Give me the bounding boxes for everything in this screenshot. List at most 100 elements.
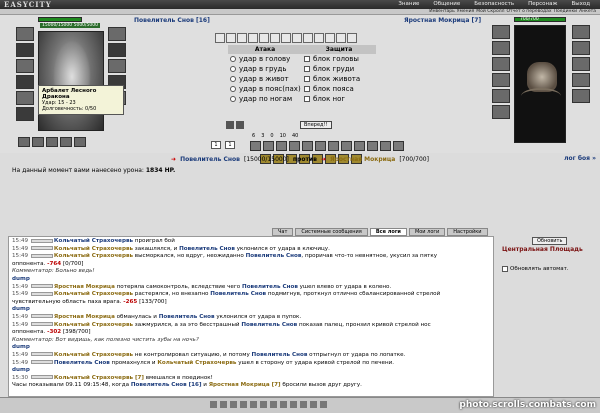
toolbar-icon[interactable] bbox=[250, 401, 257, 408]
toolbar-icon[interactable] bbox=[260, 401, 267, 408]
helmet-slot[interactable] bbox=[16, 27, 34, 41]
forward-button[interactable]: Вперед!! bbox=[300, 121, 332, 129]
spell-icon[interactable] bbox=[328, 141, 339, 151]
spell-icon[interactable] bbox=[367, 141, 378, 151]
spell-icon[interactable] bbox=[341, 141, 352, 151]
defense-option[interactable]: блок живота bbox=[302, 74, 376, 84]
vs-left-name[interactable]: Повелитель Снов bbox=[180, 156, 240, 163]
action-icon-12[interactable] bbox=[336, 33, 346, 43]
spell-icon[interactable] bbox=[302, 141, 313, 151]
defense-option[interactable]: блок головы bbox=[302, 54, 376, 64]
ring-slot[interactable] bbox=[108, 59, 126, 73]
nav-character[interactable]: Персонаж bbox=[528, 1, 557, 7]
spell-icon[interactable] bbox=[276, 141, 287, 151]
toolbar-icon[interactable] bbox=[300, 401, 307, 408]
player-name[interactable]: Яростная Мокрица bbox=[54, 284, 115, 290]
refresh-button[interactable]: Обновить bbox=[532, 237, 568, 245]
spell-icon[interactable] bbox=[289, 141, 300, 151]
spell-icon[interactable] bbox=[250, 141, 261, 151]
subnav-my-scroll[interactable]: Мой Скролл bbox=[476, 9, 504, 14]
defense-option[interactable]: блок груди bbox=[302, 64, 376, 74]
defense-checkbox[interactable] bbox=[304, 76, 310, 82]
toolbar-icon[interactable] bbox=[310, 401, 317, 408]
subnav-profile[interactable]: Анкета bbox=[579, 9, 596, 14]
action-icon-3[interactable] bbox=[237, 33, 247, 43]
attack-option[interactable]: удар в грудь bbox=[228, 64, 302, 74]
action-icon-6[interactable] bbox=[270, 33, 280, 43]
toolbar-icon[interactable] bbox=[320, 401, 327, 408]
mode-icon-1[interactable] bbox=[226, 121, 234, 129]
player-name[interactable]: Кольчатый Страхочервь bbox=[54, 238, 133, 244]
tab-my-logs[interactable]: Мои логи bbox=[408, 228, 446, 236]
spell-icon[interactable] bbox=[315, 141, 326, 151]
attack-option[interactable]: удар в пояс(пах) bbox=[228, 84, 302, 94]
player-name[interactable]: Повелитель Снов bbox=[54, 360, 110, 366]
nav-exit[interactable]: Выход bbox=[571, 1, 590, 7]
toolbar-icon[interactable] bbox=[240, 401, 247, 408]
right-player-name[interactable]: Яростная Мокрица [7] bbox=[404, 17, 481, 24]
auto-refresh-option[interactable]: Обновлять автомат. bbox=[502, 266, 569, 272]
attack-radio[interactable] bbox=[230, 96, 236, 102]
belt-slot[interactable] bbox=[16, 91, 34, 105]
armor-slot[interactable] bbox=[16, 59, 34, 73]
player-name[interactable]: Повелитель Снов [16] bbox=[131, 382, 202, 388]
spell-icon[interactable] bbox=[380, 141, 391, 151]
player-name[interactable]: Кольчатый Страхочервь bbox=[54, 253, 133, 259]
defense-option[interactable]: блок пояса bbox=[302, 84, 376, 94]
ring-slot-4[interactable] bbox=[60, 137, 72, 147]
player-name[interactable]: Кольчатый Страхочервь [7] bbox=[54, 375, 144, 381]
subnav-inventory[interactable]: Инвентарь bbox=[429, 9, 455, 14]
action-icon-5[interactable] bbox=[259, 33, 269, 43]
player-name[interactable]: Повелитель Снов bbox=[210, 291, 266, 297]
spell-icon[interactable] bbox=[263, 141, 274, 151]
attack-radio[interactable] bbox=[230, 76, 236, 82]
attack-radio[interactable] bbox=[230, 86, 236, 92]
defense-checkbox[interactable] bbox=[304, 96, 310, 102]
subnav-fights[interactable]: Поединки bbox=[554, 9, 578, 14]
action-icon-8[interactable] bbox=[292, 33, 302, 43]
player-name[interactable]: Яростная Мокрица bbox=[54, 314, 115, 320]
fight-log-link[interactable]: лог боя » bbox=[564, 155, 596, 162]
toolbar-icon[interactable] bbox=[270, 401, 277, 408]
ring-slot-3[interactable] bbox=[46, 137, 58, 147]
action-icon-4[interactable] bbox=[248, 33, 258, 43]
attack-radio[interactable] bbox=[230, 66, 236, 72]
toolbar-icon[interactable] bbox=[290, 401, 297, 408]
attack-option[interactable]: удар в голову bbox=[228, 54, 302, 64]
ring-slot-5[interactable] bbox=[74, 137, 86, 147]
auto-refresh-checkbox[interactable] bbox=[502, 266, 508, 272]
player-name[interactable]: Кольчатый Страхочервь bbox=[54, 291, 133, 297]
amulet-slot[interactable] bbox=[16, 43, 34, 57]
action-icon-2[interactable] bbox=[226, 33, 236, 43]
ring-slot-2[interactable] bbox=[32, 137, 44, 147]
action-icon-7[interactable] bbox=[281, 33, 291, 43]
player-name[interactable]: Яростная Мокрица [7] bbox=[209, 382, 281, 388]
nav-knowledge[interactable]: Знание bbox=[398, 1, 419, 7]
subnav-transfers[interactable]: Отчет о переводах bbox=[506, 9, 551, 14]
defense-checkbox[interactable] bbox=[304, 86, 310, 92]
tab-settings[interactable]: Настройки bbox=[447, 228, 488, 236]
action-icon-11[interactable] bbox=[325, 33, 335, 43]
defense-checkbox[interactable] bbox=[304, 66, 310, 72]
tab-all-logs[interactable]: Все логи bbox=[369, 228, 407, 236]
battle-log[interactable]: 15:49 Кольчатый Страхочервь проиграл бой… bbox=[8, 236, 494, 397]
subnav-skills[interactable]: Умения bbox=[457, 9, 474, 14]
attack-option[interactable]: удар в живот bbox=[228, 74, 302, 84]
player-name[interactable]: Кольчатый Страхочервь bbox=[54, 322, 133, 328]
toolbar-icon[interactable] bbox=[230, 401, 237, 408]
player-name[interactable]: Повелитель Снов bbox=[241, 322, 297, 328]
attack-option[interactable]: удар по ногам bbox=[228, 94, 302, 104]
mode-icon-2[interactable] bbox=[236, 121, 244, 129]
tab-chat[interactable]: Чат bbox=[272, 228, 294, 236]
nav-communication[interactable]: Общение bbox=[433, 1, 460, 7]
player-name[interactable]: Повелитель Снов bbox=[242, 284, 298, 290]
player-name[interactable]: Повелитель Снов bbox=[159, 314, 215, 320]
action-icon-9[interactable] bbox=[303, 33, 313, 43]
player-name[interactable]: Кольчатый Страхочервь bbox=[54, 352, 133, 358]
action-icon-10[interactable] bbox=[314, 33, 324, 43]
attack-radio[interactable] bbox=[230, 56, 236, 62]
defense-option[interactable]: блок ног bbox=[302, 94, 376, 104]
player-name[interactable]: Кольчатый Страхочервь bbox=[54, 246, 133, 252]
action-icon-13[interactable] bbox=[347, 33, 357, 43]
toolbar-icon[interactable] bbox=[210, 401, 217, 408]
